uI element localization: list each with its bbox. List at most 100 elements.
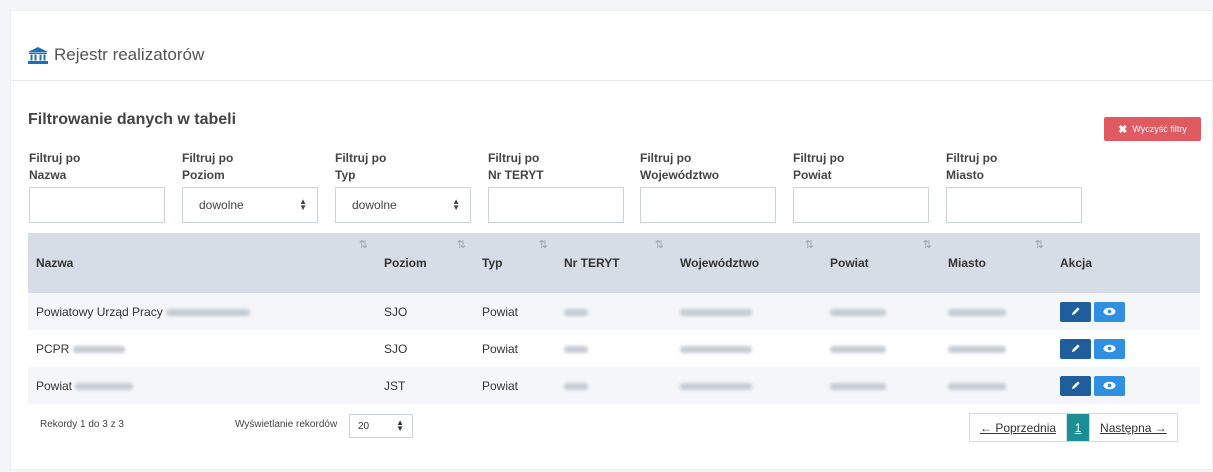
clear-filters-label: Wyczyść filtry [1132, 124, 1187, 134]
page-link-1[interactable]: 1 [1067, 414, 1091, 441]
sort-icon: ⇅ [358, 239, 368, 251]
filter-label: Filtruj po Nazwa [29, 151, 81, 182]
column-header-nazwa[interactable]: Nazwa ⇅ [28, 233, 376, 293]
redacted-text [680, 308, 752, 316]
cell-typ: Powiat [482, 378, 519, 393]
filter-poziom-select[interactable]: dowolne ▲ ▼ [182, 187, 318, 223]
redacted-text [564, 382, 588, 390]
sort-icon: ⇅ [654, 239, 664, 251]
cell-miasto [940, 330, 1052, 367]
cell-typ: Powiat [482, 304, 519, 319]
sort-icon: ⇅ [456, 239, 466, 251]
cell-akcja [1052, 330, 1200, 367]
edit-button[interactable] [1060, 301, 1091, 322]
redacted-text [166, 308, 251, 316]
clear-filters-button[interactable]: ✖ Wyczyść filtry [1104, 117, 1201, 141]
redacted-text [830, 308, 886, 316]
page-title: Rejestr realizatorów [28, 45, 204, 65]
filter-nazwa-input[interactable] [29, 187, 165, 223]
table-row: PCPR SJO Powiat [28, 330, 1200, 367]
filter-miasto: Filtruj po Miasto [946, 150, 1082, 223]
page-title-text: Rejestr realizatorów [54, 45, 205, 64]
filter-teryt: Filtruj po Nr TERYT [488, 150, 624, 223]
pencil-icon [1071, 381, 1080, 390]
cell-miasto [940, 293, 1052, 330]
page-size-label: Wyświetlanie rekordów [235, 419, 338, 430]
column-header-powiat[interactable]: Powiat ⇅ [822, 233, 940, 293]
column-header-akcja: Akcja [1060, 256, 1093, 270]
edit-button[interactable] [1060, 375, 1091, 396]
filter-label: Filtruj po Województwo [640, 151, 720, 182]
sort-icon: ⇅ [804, 239, 814, 251]
filter-nazwa: Filtruj po Nazwa [29, 150, 165, 223]
filter-powiat-input[interactable] [793, 187, 929, 223]
cell-powiat [822, 293, 940, 330]
filter-wojewodztwo-input[interactable] [640, 187, 776, 223]
cell-teryt [556, 330, 672, 367]
filter-label: Filtruj po Typ [335, 151, 387, 182]
cell-powiat [822, 367, 940, 404]
filter-teryt-input[interactable] [488, 187, 624, 223]
cell-nazwa: Powiat [28, 367, 376, 404]
column-header-miasto[interactable]: Miasto ⇅ [940, 233, 1052, 293]
sort-caret-icon: ▲ ▼ [452, 197, 460, 212]
redacted-text [564, 345, 588, 353]
filter-label: Filtruj po Poziom [182, 151, 234, 182]
close-icon: ✖ [1118, 123, 1128, 136]
sort-caret-icon: ▲ ▼ [299, 197, 307, 212]
sort-caret-icon: ▲ ▼ [396, 418, 404, 433]
filter-typ-select[interactable]: dowolne ▲ ▼ [335, 187, 471, 223]
cell-teryt [556, 367, 672, 404]
redacted-text [72, 345, 125, 353]
cell-poziom: JST [384, 378, 406, 393]
redacted-text [680, 382, 752, 390]
cell-akcja [1052, 367, 1200, 404]
cell-wojewodztwo [672, 367, 822, 404]
bank-icon [28, 46, 48, 64]
view-button[interactable] [1094, 301, 1125, 322]
cell-nazwa: PCPR [28, 330, 376, 367]
column-header-wojewodztwo[interactable]: Województwo ⇅ [672, 233, 822, 293]
cell-teryt [556, 293, 672, 330]
filter-typ: Filtruj po Typ dowolne ▲ ▼ [335, 150, 471, 223]
redacted-text [830, 345, 886, 353]
records-info: Rekordy 1 do 3 z 3 [40, 419, 124, 430]
view-button[interactable] [1094, 338, 1125, 359]
redacted-text [948, 382, 1006, 390]
realizers-table: Nazwa ⇅ Poziom ⇅ Typ ⇅ Nr TERYT ⇅ Województw… [28, 233, 1200, 404]
column-header-teryt[interactable]: Nr TERYT ⇅ [556, 233, 672, 293]
sort-icon: ⇅ [1034, 239, 1044, 251]
column-header-typ[interactable]: Typ ⇅ [474, 233, 556, 293]
next-page-link[interactable]: Następna → [1090, 414, 1177, 441]
redacted-text [564, 308, 588, 316]
cell-wojewodztwo [672, 293, 822, 330]
column-header-poziom[interactable]: Poziom ⇅ [376, 233, 474, 293]
cell-wojewodztwo [672, 330, 822, 367]
redacted-text [948, 308, 1006, 316]
page-size-select[interactable]: 20 ▲ ▼ [349, 414, 413, 438]
prev-page-link[interactable]: ← Poprzednia [970, 414, 1068, 441]
cell-typ: Powiat [482, 341, 519, 356]
edit-button[interactable] [1060, 338, 1091, 359]
eye-icon [1103, 381, 1116, 390]
pencil-icon [1071, 344, 1080, 353]
filter-label: Filtruj po Powiat [793, 151, 845, 182]
eye-icon [1103, 307, 1116, 316]
view-button[interactable] [1094, 375, 1125, 396]
cell-akcja [1052, 293, 1200, 330]
pencil-icon [1071, 307, 1080, 316]
filter-label: Filtruj po Nr TERYT [488, 151, 544, 182]
cell-powiat [822, 330, 940, 367]
filter-miasto-input[interactable] [946, 187, 1082, 223]
filter-poziom: Filtruj po Poziom dowolne ▲ ▼ [182, 150, 318, 223]
pagination: ← Poprzednia 1 Następna → [969, 413, 1178, 442]
filter-powiat: Filtruj po Powiat [793, 150, 929, 223]
sort-icon: ⇅ [922, 239, 932, 251]
redacted-text [75, 382, 134, 390]
table-row: Powiatowy Urząd Pracy SJO Powiat [28, 293, 1200, 330]
table-header-row: Nazwa ⇅ Poziom ⇅ Typ ⇅ Nr TERYT ⇅ Województw… [28, 233, 1200, 293]
realizers-panel: Rejestr realizatorów Filtrowanie danych … [10, 10, 1213, 470]
cell-poziom: SJO [384, 341, 408, 356]
cell-poziom: SJO [384, 304, 408, 319]
cell-nazwa: Powiatowy Urząd Pracy [28, 293, 376, 330]
